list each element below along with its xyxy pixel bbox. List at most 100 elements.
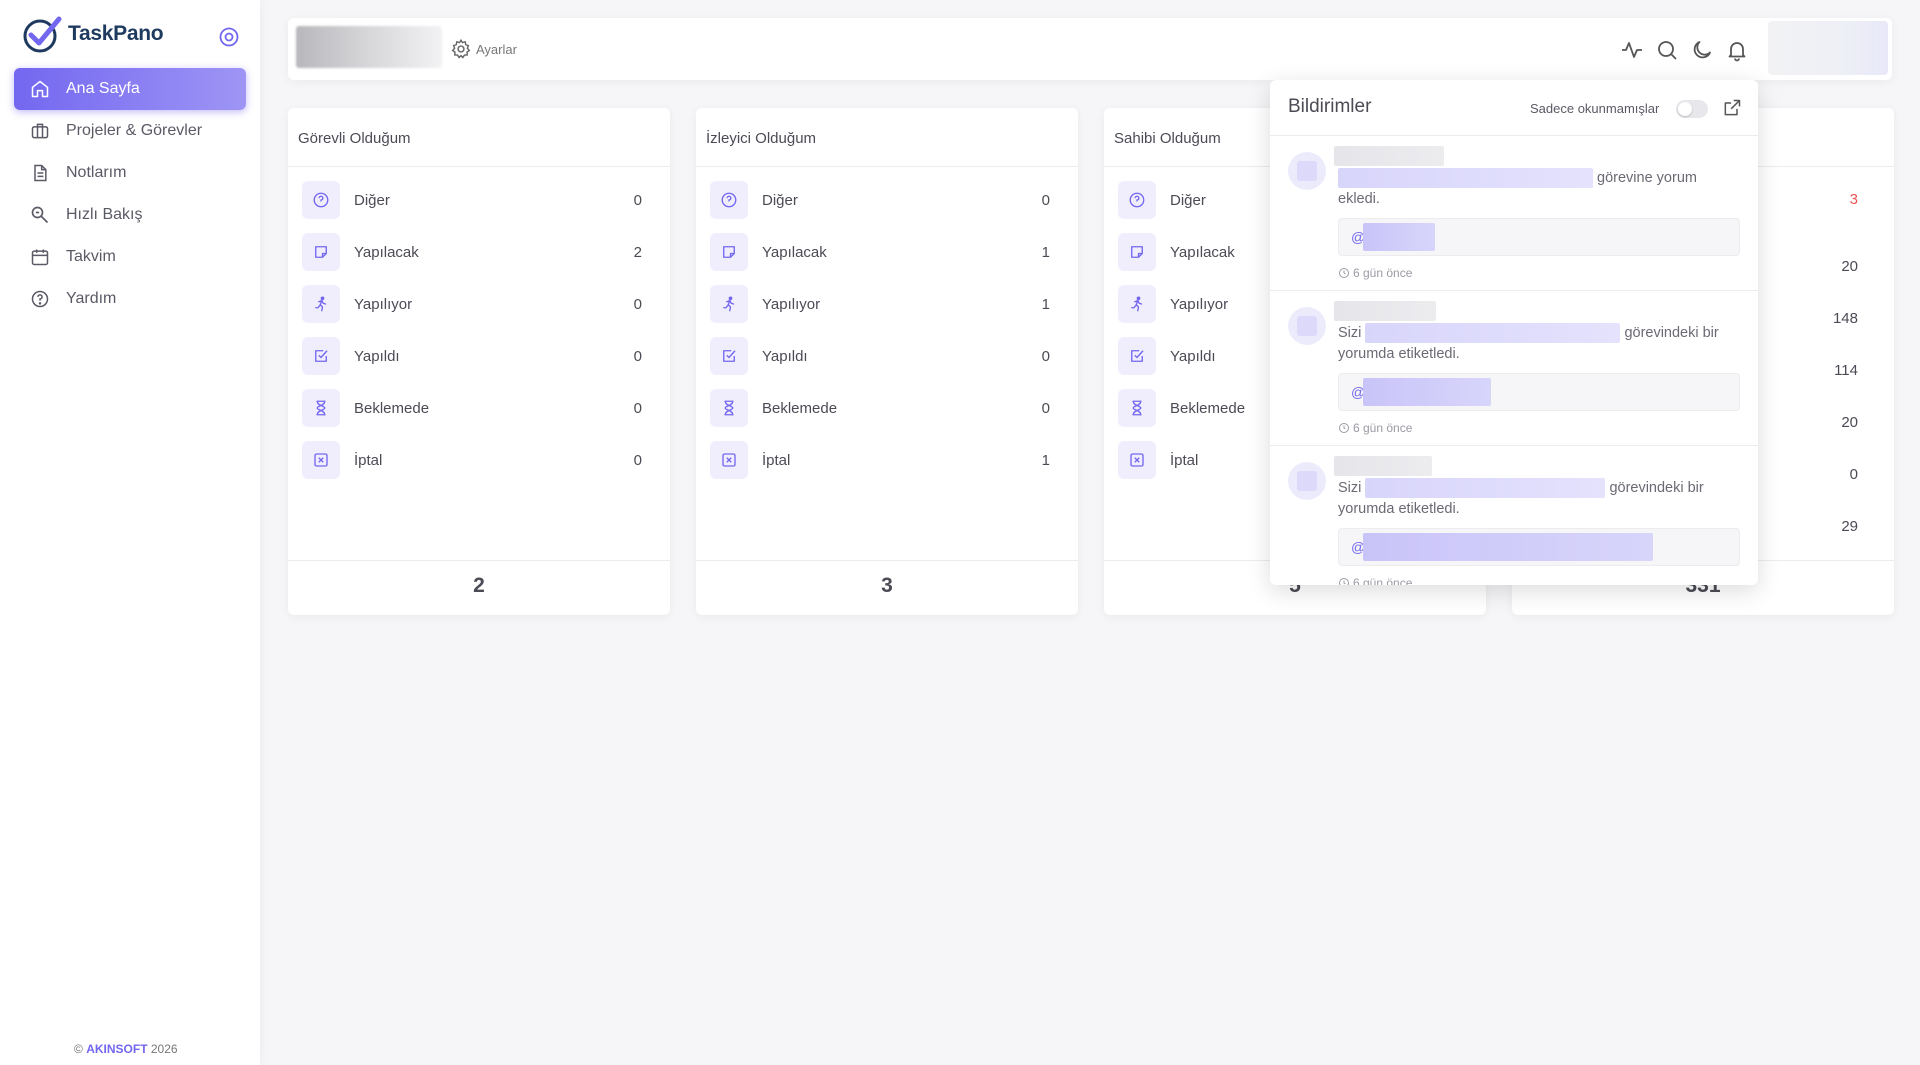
status-count: 3: [1849, 191, 1858, 208]
status-row-diger[interactable]: Diğer 0: [710, 180, 1050, 220]
notification-sender: [1334, 456, 1432, 476]
mention-preview: @: [1338, 218, 1740, 256]
bell-icon[interactable]: [1725, 38, 1749, 62]
x-square-icon: [314, 453, 328, 467]
sidebar-item-notlarim[interactable]: Notlarım: [14, 152, 246, 194]
search-icon[interactable]: [1655, 38, 1679, 62]
company-selector[interactable]: [296, 26, 442, 68]
card-assigned: Görevli Olduğum Diğer 0 Yapılacak 2 Yapı…: [288, 108, 670, 615]
status-row-yapiliyor[interactable]: Yapılıyor 0: [302, 284, 642, 324]
notification-text: görevine yorum ekledi.: [1338, 168, 1697, 207]
help-circle-icon: [1129, 192, 1145, 208]
status-label: Yapıldı: [354, 347, 400, 365]
card-title: İzleyici Olduğum: [706, 130, 817, 147]
notification-sender: [1334, 301, 1436, 321]
notification-text: Sizi görevindeki bir yorumda etiketledi.: [1338, 478, 1704, 517]
card-total: 2: [473, 574, 485, 597]
checkbox-icon: [1131, 350, 1144, 362]
activity-icon[interactable]: [1620, 38, 1644, 62]
sidebar-item-takvim[interactable]: Takvim: [14, 236, 246, 278]
help-circle-icon: [313, 192, 329, 208]
status-label: Yapılıyor: [762, 295, 821, 313]
checkbox-icon: [723, 350, 736, 362]
home-icon: [31, 80, 49, 98]
help-circle-icon: [721, 192, 737, 208]
settings-link[interactable]: Ayarlar: [450, 38, 517, 60]
sidebar-toggle-icon[interactable]: [218, 26, 240, 48]
status-label: Yapıldı: [762, 347, 808, 365]
sidebar-item-ana-sayfa[interactable]: Ana Sayfa: [14, 68, 246, 110]
clock-icon: [1339, 423, 1349, 433]
status-count: 0: [633, 451, 642, 469]
status-row-yapilacak[interactable]: Yapılacak 2: [302, 232, 642, 272]
status-count: 0: [1041, 347, 1050, 365]
divider: [696, 560, 1078, 561]
user-menu[interactable]: [1768, 21, 1888, 75]
status-row-yapildi[interactable]: Yapıldı 0: [302, 336, 642, 376]
clock-icon: [1339, 268, 1349, 278]
sidebar-item-label: Hızlı Bakış: [66, 206, 143, 223]
status-row-beklemede[interactable]: Beklemede 0: [302, 388, 642, 428]
status-count: 20: [1841, 414, 1858, 431]
moon-icon[interactable]: [1690, 38, 1714, 62]
calendar-icon: [31, 249, 49, 266]
task-name-blurred: [1365, 478, 1606, 499]
sidebar-item-yardim[interactable]: Yardım: [14, 278, 246, 320]
divider: [288, 560, 670, 561]
notification-text: Sizi görevindeki bir yorumda etiketledi.: [1338, 323, 1719, 362]
status-row-iptal[interactable]: İptal 0: [302, 440, 642, 480]
status-row-yapiliyor[interactable]: Yapılıyor 1: [710, 284, 1050, 324]
external-link-icon[interactable]: [1722, 98, 1742, 118]
status-label: Diğer: [762, 191, 798, 209]
footer-company-link[interactable]: AKINSOFT: [86, 1042, 147, 1056]
zoom-icon: [31, 206, 49, 224]
status-count: 114: [1834, 362, 1858, 379]
sticky-note-icon: [723, 246, 735, 258]
notification-item[interactable]: Sizi görevindeki bir yorumda etiketledi.…: [1270, 446, 1758, 585]
notification-time: 6 gün önce: [1338, 576, 1412, 585]
status-count: 29: [1841, 518, 1858, 535]
status-count: 1: [1041, 295, 1050, 313]
sidebar-item-hizli-bakis[interactable]: Hızlı Bakış: [14, 194, 246, 236]
notification-item[interactable]: Sizi görevindeki bir yorumda etiketledi.…: [1270, 291, 1758, 446]
status-count: 148: [1832, 310, 1858, 327]
status-label: İptal: [762, 451, 791, 469]
status-label: Yapılıyor: [354, 295, 413, 313]
brand-name: TaskPano: [68, 22, 164, 45]
notification-item[interactable]: görevine yorum ekledi. @ 6 gün önce: [1270, 136, 1758, 291]
settings-label: Ayarlar: [476, 41, 517, 57]
status-label: Beklemede: [762, 399, 838, 417]
status-count: 0: [1041, 191, 1050, 209]
card-title: Görevli Olduğum: [298, 130, 411, 147]
status-count: 0: [633, 191, 642, 209]
hourglass-icon: [316, 400, 326, 416]
sidebar-item-label: Ana Sayfa: [66, 80, 140, 97]
running-icon: [315, 296, 327, 312]
running-icon: [1131, 296, 1143, 312]
status-row-beklemede[interactable]: Beklemede 0: [710, 388, 1050, 428]
status-count: 2: [633, 243, 642, 261]
help-circle-icon: [31, 290, 49, 308]
task-name-blurred: [1338, 168, 1593, 189]
file-text-icon: [34, 164, 47, 182]
sidebar: TaskPano Ana Sayfa Projeler & Görevler N…: [0, 0, 260, 1065]
hourglass-icon: [1132, 400, 1142, 416]
brand[interactable]: TaskPano: [22, 14, 164, 54]
sidebar-item-label: Yardım: [66, 290, 117, 307]
status-row-diger[interactable]: Diğer 0: [302, 180, 642, 220]
sidebar-nav: Ana Sayfa Projeler & Görevler Notlarım H…: [14, 68, 246, 320]
sidebar-item-projeler[interactable]: Projeler & Görevler: [14, 110, 246, 152]
sticky-note-icon: [315, 246, 327, 258]
clock-icon: [1339, 578, 1349, 585]
status-row-iptal[interactable]: İptal 1: [710, 440, 1050, 480]
status-row-yapilacak[interactable]: Yapılacak 1: [710, 232, 1050, 272]
x-square-icon: [722, 453, 736, 467]
avatar: [1288, 152, 1326, 190]
status-row-yapildi[interactable]: Yapıldı 0: [710, 336, 1050, 376]
topbar-actions: [1620, 38, 1760, 62]
checkbox-icon: [315, 350, 328, 362]
unread-only-toggle[interactable]: [1676, 100, 1708, 118]
notifications-dropdown: Bildirimler Sadece okunmamışlar görevine…: [1270, 80, 1758, 585]
notifications-title: Bildirimler: [1288, 96, 1372, 117]
divider: [288, 166, 670, 167]
